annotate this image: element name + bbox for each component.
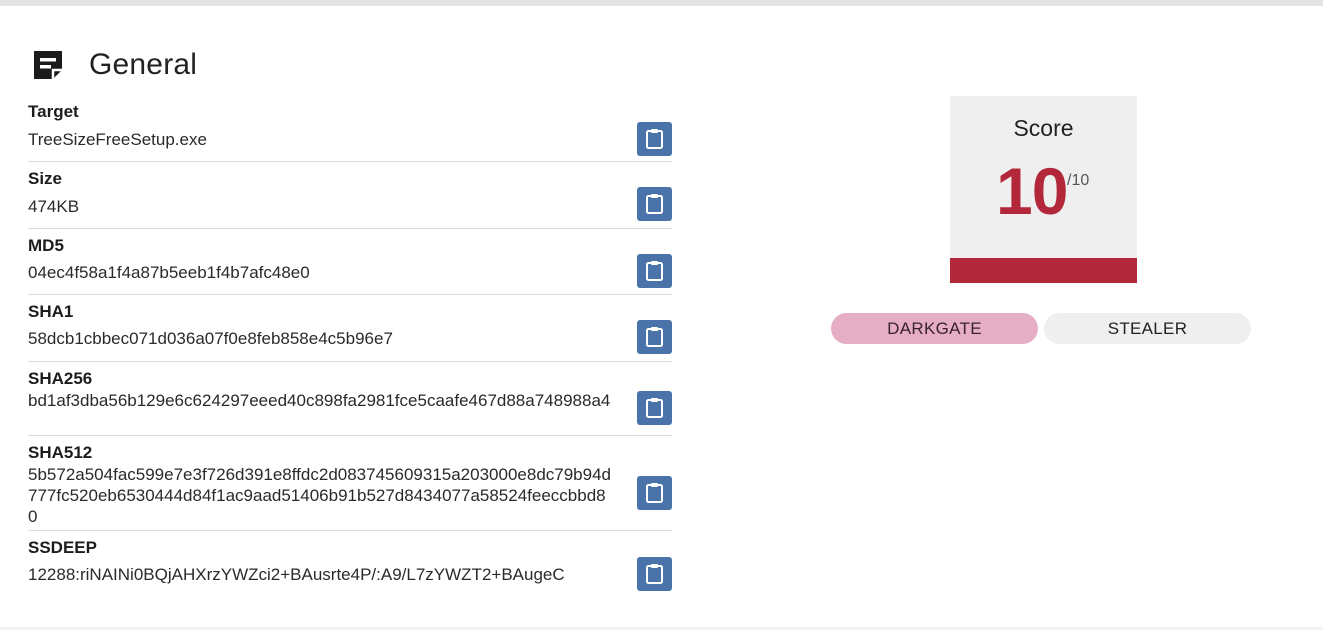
clipboard-icon <box>646 129 663 149</box>
score-max: /10 <box>1067 172 1090 189</box>
clipboard-icon <box>646 194 663 214</box>
detail-row-sha1: SHA1 58dcb1cbbec071d036a07f0e8feb858e4c5… <box>28 295 672 362</box>
copy-button[interactable] <box>637 320 672 354</box>
detail-row-sha512: SHA512 5b572a504fac599e7e3f726d391e8ffdc… <box>28 436 672 531</box>
detail-row-md5: MD5 04ec4f58a1f4a87b5eeb1f4b7afc48e0 <box>28 229 672 295</box>
copy-button[interactable] <box>637 187 672 221</box>
detail-value[interactable]: bd1af3dba56b129e6c624297eeed40c898fa2981… <box>28 390 612 411</box>
detail-value[interactable]: 58dcb1cbbec071d036a07f0e8feb858e4c5b96e7 <box>28 328 612 349</box>
detail-row-target: Target TreeSizeFreeSetup.exe <box>28 98 672 162</box>
section-title: General <box>89 48 198 81</box>
clipboard-icon <box>646 261 663 281</box>
detail-value[interactable]: TreeSizeFreeSetup.exe <box>28 129 612 150</box>
detail-value[interactable]: 5b572a504fac599e7e3f726d391e8ffdc2d08374… <box>28 464 612 527</box>
copy-button[interactable] <box>637 391 672 425</box>
clipboard-icon <box>646 564 663 584</box>
tag-stealer[interactable]: STEALER <box>1044 313 1251 344</box>
section-header: General <box>31 48 197 82</box>
clipboard-icon <box>646 398 663 418</box>
copy-button[interactable] <box>637 122 672 156</box>
copy-button[interactable] <box>637 254 672 288</box>
detail-label: SSDEEP <box>28 538 97 557</box>
detail-row-size: Size 474KB <box>28 162 672 229</box>
copy-button[interactable] <box>637 476 672 510</box>
detail-label: SHA1 <box>28 302 74 321</box>
detail-value[interactable]: 12288:riNAINi0BQjAHXrzYWZci2+BAusrte4P/:… <box>28 564 612 585</box>
detail-label: SHA256 <box>28 369 93 388</box>
details-list: Target TreeSizeFreeSetup.exe Size 474KB … <box>28 98 672 595</box>
top-bar <box>0 0 1323 6</box>
score-label: Score <box>1013 115 1074 141</box>
clipboard-icon <box>646 327 663 347</box>
detail-label: MD5 <box>28 236 64 255</box>
detail-row-sha256: SHA256 bd1af3dba56b129e6c624297eeed40c89… <box>28 362 672 436</box>
detail-value[interactable]: 04ec4f58a1f4a87b5eeb1f4b7afc48e0 <box>28 262 612 283</box>
clipboard-icon <box>646 483 663 503</box>
score-bar <box>950 258 1137 283</box>
detail-label: Size <box>28 169 63 188</box>
document-list-icon <box>34 51 62 79</box>
copy-button[interactable] <box>637 557 672 591</box>
tag-list: DARKGATE STEALER <box>831 313 1251 344</box>
detail-label: SHA512 <box>28 443 93 462</box>
score-card: Score 10 /10 <box>950 96 1137 283</box>
tag-darkgate[interactable]: DARKGATE <box>831 313 1038 344</box>
detail-label: Target <box>28 102 79 121</box>
score-value: 10 <box>996 154 1068 228</box>
detail-row-ssdeep: SSDEEP 12288:riNAINi0BQjAHXrzYWZci2+BAus… <box>28 531 672 595</box>
detail-value[interactable]: 474KB <box>28 196 612 217</box>
